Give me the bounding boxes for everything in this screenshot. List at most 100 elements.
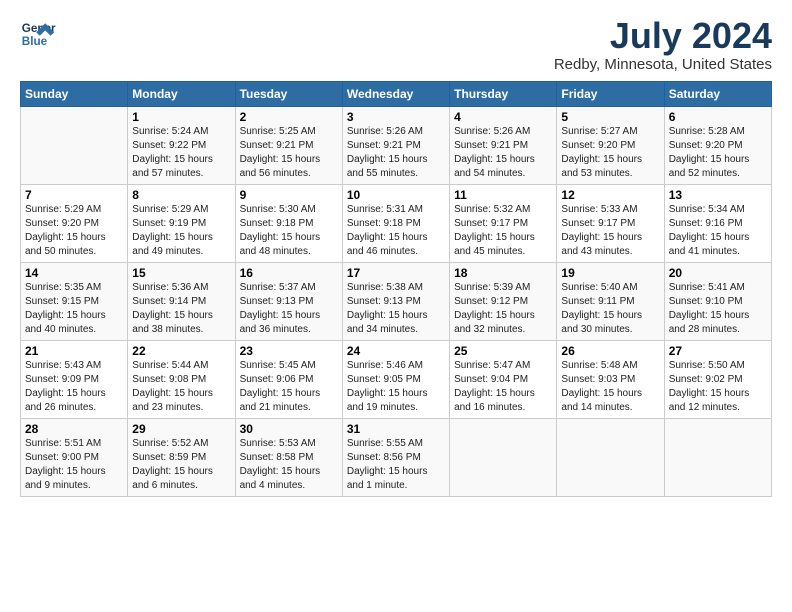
day-info: Sunrise: 5:24 AM Sunset: 9:22 PM Dayligh…	[132, 125, 230, 181]
week-row-5: 28Sunrise: 5:51 AM Sunset: 9:00 PM Dayli…	[21, 418, 772, 496]
day-cell: 26Sunrise: 5:48 AM Sunset: 9:03 PM Dayli…	[557, 340, 664, 418]
day-number: 14	[25, 266, 123, 280]
day-cell: 29Sunrise: 5:52 AM Sunset: 8:59 PM Dayli…	[128, 418, 235, 496]
day-info: Sunrise: 5:45 AM Sunset: 9:06 PM Dayligh…	[240, 359, 338, 415]
day-cell: 2Sunrise: 5:25 AM Sunset: 9:21 PM Daylig…	[235, 106, 342, 184]
week-row-4: 21Sunrise: 5:43 AM Sunset: 9:09 PM Dayli…	[21, 340, 772, 418]
day-info: Sunrise: 5:34 AM Sunset: 9:16 PM Dayligh…	[669, 203, 767, 259]
day-number: 16	[240, 266, 338, 280]
day-info: Sunrise: 5:41 AM Sunset: 9:10 PM Dayligh…	[669, 281, 767, 337]
day-cell: 1Sunrise: 5:24 AM Sunset: 9:22 PM Daylig…	[128, 106, 235, 184]
day-info: Sunrise: 5:36 AM Sunset: 9:14 PM Dayligh…	[132, 281, 230, 337]
day-number: 24	[347, 344, 445, 358]
day-number: 1	[132, 110, 230, 124]
day-cell: 24Sunrise: 5:46 AM Sunset: 9:05 PM Dayli…	[342, 340, 449, 418]
main-title: July 2024	[554, 16, 772, 56]
day-number: 2	[240, 110, 338, 124]
day-cell: 4Sunrise: 5:26 AM Sunset: 9:21 PM Daylig…	[450, 106, 557, 184]
day-info: Sunrise: 5:35 AM Sunset: 9:15 PM Dayligh…	[25, 281, 123, 337]
svg-text:Blue: Blue	[22, 35, 48, 48]
week-row-1: 1Sunrise: 5:24 AM Sunset: 9:22 PM Daylig…	[21, 106, 772, 184]
day-number: 22	[132, 344, 230, 358]
day-number: 31	[347, 422, 445, 436]
week-row-3: 14Sunrise: 5:35 AM Sunset: 9:15 PM Dayli…	[21, 262, 772, 340]
day-info: Sunrise: 5:28 AM Sunset: 9:20 PM Dayligh…	[669, 125, 767, 181]
day-cell: 3Sunrise: 5:26 AM Sunset: 9:21 PM Daylig…	[342, 106, 449, 184]
day-number: 29	[132, 422, 230, 436]
day-cell: 23Sunrise: 5:45 AM Sunset: 9:06 PM Dayli…	[235, 340, 342, 418]
day-number: 13	[669, 188, 767, 202]
day-info: Sunrise: 5:27 AM Sunset: 9:20 PM Dayligh…	[561, 125, 659, 181]
column-header-thursday: Thursday	[450, 81, 557, 106]
logo-icon: General Blue	[20, 16, 56, 52]
day-info: Sunrise: 5:55 AM Sunset: 8:56 PM Dayligh…	[347, 437, 445, 493]
day-cell: 6Sunrise: 5:28 AM Sunset: 9:20 PM Daylig…	[664, 106, 771, 184]
day-info: Sunrise: 5:43 AM Sunset: 9:09 PM Dayligh…	[25, 359, 123, 415]
day-cell: 12Sunrise: 5:33 AM Sunset: 9:17 PM Dayli…	[557, 184, 664, 262]
day-info: Sunrise: 5:52 AM Sunset: 8:59 PM Dayligh…	[132, 437, 230, 493]
day-cell: 18Sunrise: 5:39 AM Sunset: 9:12 PM Dayli…	[450, 262, 557, 340]
day-info: Sunrise: 5:25 AM Sunset: 9:21 PM Dayligh…	[240, 125, 338, 181]
day-cell: 13Sunrise: 5:34 AM Sunset: 9:16 PM Dayli…	[664, 184, 771, 262]
day-cell: 11Sunrise: 5:32 AM Sunset: 9:17 PM Dayli…	[450, 184, 557, 262]
day-info: Sunrise: 5:46 AM Sunset: 9:05 PM Dayligh…	[347, 359, 445, 415]
day-info: Sunrise: 5:39 AM Sunset: 9:12 PM Dayligh…	[454, 281, 552, 337]
day-number: 5	[561, 110, 659, 124]
day-number: 3	[347, 110, 445, 124]
day-number: 9	[240, 188, 338, 202]
day-cell: 15Sunrise: 5:36 AM Sunset: 9:14 PM Dayli…	[128, 262, 235, 340]
day-info: Sunrise: 5:31 AM Sunset: 9:18 PM Dayligh…	[347, 203, 445, 259]
day-info: Sunrise: 5:53 AM Sunset: 8:58 PM Dayligh…	[240, 437, 338, 493]
day-info: Sunrise: 5:44 AM Sunset: 9:08 PM Dayligh…	[132, 359, 230, 415]
day-number: 12	[561, 188, 659, 202]
day-number: 15	[132, 266, 230, 280]
day-number: 20	[669, 266, 767, 280]
day-info: Sunrise: 5:30 AM Sunset: 9:18 PM Dayligh…	[240, 203, 338, 259]
day-cell: 20Sunrise: 5:41 AM Sunset: 9:10 PM Dayli…	[664, 262, 771, 340]
day-cell: 16Sunrise: 5:37 AM Sunset: 9:13 PM Dayli…	[235, 262, 342, 340]
day-cell: 17Sunrise: 5:38 AM Sunset: 9:13 PM Dayli…	[342, 262, 449, 340]
day-cell: 10Sunrise: 5:31 AM Sunset: 9:18 PM Dayli…	[342, 184, 449, 262]
day-info: Sunrise: 5:32 AM Sunset: 9:17 PM Dayligh…	[454, 203, 552, 259]
day-cell	[450, 418, 557, 496]
day-info: Sunrise: 5:40 AM Sunset: 9:11 PM Dayligh…	[561, 281, 659, 337]
day-number: 23	[240, 344, 338, 358]
day-number: 6	[669, 110, 767, 124]
day-info: Sunrise: 5:29 AM Sunset: 9:19 PM Dayligh…	[132, 203, 230, 259]
day-info: Sunrise: 5:26 AM Sunset: 9:21 PM Dayligh…	[454, 125, 552, 181]
subtitle: Redby, Minnesota, United States	[554, 56, 772, 73]
day-info: Sunrise: 5:29 AM Sunset: 9:20 PM Dayligh…	[25, 203, 123, 259]
day-number: 19	[561, 266, 659, 280]
column-header-wednesday: Wednesday	[342, 81, 449, 106]
day-number: 17	[347, 266, 445, 280]
day-number: 28	[25, 422, 123, 436]
day-cell: 7Sunrise: 5:29 AM Sunset: 9:20 PM Daylig…	[21, 184, 128, 262]
day-number: 10	[347, 188, 445, 202]
day-cell	[21, 106, 128, 184]
day-cell: 5Sunrise: 5:27 AM Sunset: 9:20 PM Daylig…	[557, 106, 664, 184]
day-info: Sunrise: 5:37 AM Sunset: 9:13 PM Dayligh…	[240, 281, 338, 337]
day-cell: 28Sunrise: 5:51 AM Sunset: 9:00 PM Dayli…	[21, 418, 128, 496]
day-number: 7	[25, 188, 123, 202]
day-cell: 27Sunrise: 5:50 AM Sunset: 9:02 PM Dayli…	[664, 340, 771, 418]
column-header-sunday: Sunday	[21, 81, 128, 106]
column-header-friday: Friday	[557, 81, 664, 106]
day-cell: 22Sunrise: 5:44 AM Sunset: 9:08 PM Dayli…	[128, 340, 235, 418]
day-number: 4	[454, 110, 552, 124]
day-info: Sunrise: 5:38 AM Sunset: 9:13 PM Dayligh…	[347, 281, 445, 337]
day-number: 8	[132, 188, 230, 202]
day-info: Sunrise: 5:50 AM Sunset: 9:02 PM Dayligh…	[669, 359, 767, 415]
column-header-monday: Monday	[128, 81, 235, 106]
day-number: 25	[454, 344, 552, 358]
day-cell: 9Sunrise: 5:30 AM Sunset: 9:18 PM Daylig…	[235, 184, 342, 262]
day-info: Sunrise: 5:33 AM Sunset: 9:17 PM Dayligh…	[561, 203, 659, 259]
day-info: Sunrise: 5:47 AM Sunset: 9:04 PM Dayligh…	[454, 359, 552, 415]
header-row: SundayMondayTuesdayWednesdayThursdayFrid…	[21, 81, 772, 106]
day-cell: 31Sunrise: 5:55 AM Sunset: 8:56 PM Dayli…	[342, 418, 449, 496]
day-cell: 21Sunrise: 5:43 AM Sunset: 9:09 PM Dayli…	[21, 340, 128, 418]
column-header-tuesday: Tuesday	[235, 81, 342, 106]
day-cell	[664, 418, 771, 496]
day-cell: 19Sunrise: 5:40 AM Sunset: 9:11 PM Dayli…	[557, 262, 664, 340]
day-cell: 8Sunrise: 5:29 AM Sunset: 9:19 PM Daylig…	[128, 184, 235, 262]
day-number: 30	[240, 422, 338, 436]
